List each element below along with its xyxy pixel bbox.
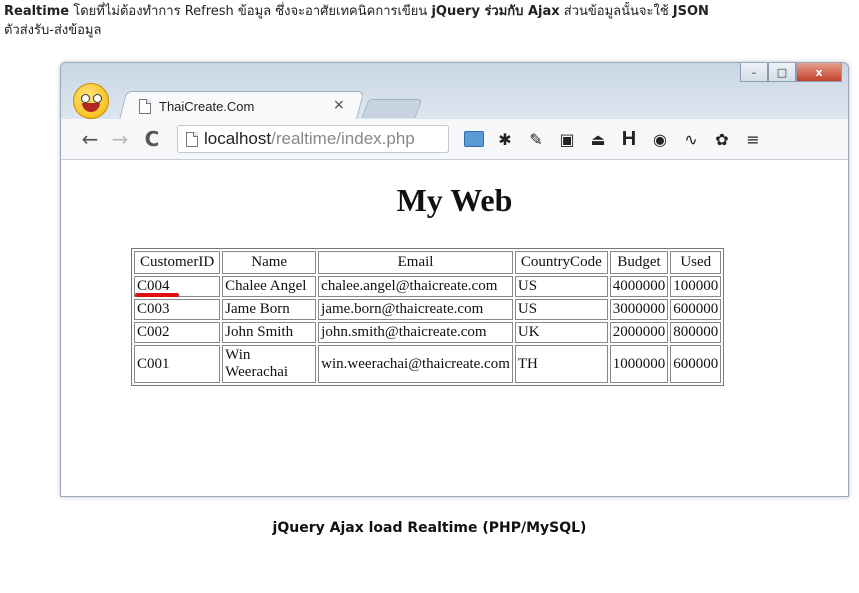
table-cell: jame.born@thaicreate.com	[318, 299, 513, 320]
url-path: /realtime/index.php	[271, 129, 415, 148]
back-arrow-icon[interactable]: ←	[77, 127, 103, 151]
table-cell: 600000	[670, 345, 722, 383]
figure-caption: jQuery Ajax load Realtime (PHP/MySQL)	[272, 520, 587, 536]
table-cell: 100000	[670, 276, 722, 297]
table-cell: chalee.angel@thaicreate.com	[318, 276, 513, 297]
table-cell: Jame Born	[222, 299, 317, 320]
tab-title: ThaiCreate.Com	[159, 98, 255, 114]
intro-part-b: โดยที่ไม่ต้องทำการ Refresh ข้อมูล ซึ่งจะ…	[69, 4, 432, 19]
table-row: C001 Win Weerachai win.weerachai@thaicre…	[134, 345, 722, 383]
page-icon	[139, 98, 151, 114]
intro-part-d: ส่วนข้อมูลนั้นจะใช้	[559, 4, 673, 19]
customer-table: CustomerID Name Email CountryCode Budget…	[131, 248, 725, 386]
red-underline-annotation	[135, 293, 179, 297]
column-header: CustomerID	[134, 251, 221, 274]
table-cell: 1000000	[609, 345, 669, 383]
table-cell: C001	[134, 345, 221, 383]
page-viewport: My Web CustomerID Name Email CountryCode…	[61, 160, 848, 496]
table-cell: TH	[514, 345, 608, 383]
browser-window: ThaiCreate.Com × – □ x ← → C localhost/r…	[60, 62, 849, 497]
intro-realtime: Realtime	[4, 4, 70, 19]
new-tab-button[interactable]	[361, 99, 423, 118]
extension-circle-icon[interactable]: ◉	[649, 128, 671, 150]
extension-bug-icon[interactable]: ✱	[494, 128, 516, 150]
table-row: C002 John Smith john.smith@thaicreate.co…	[134, 322, 722, 343]
table-row: C003 Jame Born jame.born@thaicreate.com …	[134, 299, 722, 320]
intro-json: JSON	[672, 4, 709, 19]
table-cell: UK	[514, 322, 608, 343]
column-header: Used	[670, 251, 722, 274]
table-cell: John Smith	[222, 322, 317, 343]
tab-close-icon[interactable]: ×	[333, 97, 345, 113]
intro-jquery-ajax: jQuery ร่วมกับ Ajax	[431, 4, 560, 19]
table-cell: win.weerachai@thaicreate.com	[318, 345, 513, 383]
table-cell: Chalee Angel	[222, 276, 317, 297]
avatar-mouth-icon	[82, 103, 100, 112]
window-controls: – □ x	[740, 63, 842, 82]
forward-arrow-icon[interactable]: →	[107, 127, 133, 151]
table-cell: US	[514, 276, 608, 297]
intro-text: Realtime โดยที่ไม่ต้องทำการ Refresh ข้อม…	[4, 2, 859, 40]
table-cell: C003	[134, 299, 221, 320]
address-bar[interactable]: localhost/realtime/index.php	[177, 125, 449, 153]
table-cell: Win Weerachai	[222, 345, 317, 383]
avatar-eye-icon	[81, 94, 90, 103]
column-header: Name	[222, 251, 317, 274]
table-cell: 2000000	[609, 322, 669, 343]
reload-icon[interactable]: C	[139, 127, 165, 151]
browser-tab-content[interactable]: ThaiCreate.Com	[139, 93, 359, 119]
browser-toolbar: ← → C localhost/realtime/index.php ✱ ✎ ▣…	[61, 119, 848, 160]
minimize-button[interactable]: –	[740, 63, 768, 82]
hamburger-menu-icon[interactable]: ≡	[742, 128, 764, 150]
extension-pulse-icon[interactable]: ∿	[680, 128, 702, 150]
table-cell: 600000	[670, 299, 722, 320]
extension-notes-icon[interactable]: ✎	[525, 128, 547, 150]
intro-line2: ตัวส่งรับ-ส่งข้อมูล	[4, 23, 102, 38]
page-icon	[186, 131, 198, 147]
extension-screen-icon[interactable]: ▣	[556, 128, 578, 150]
close-window-button[interactable]: x	[796, 63, 842, 82]
extension-h-icon[interactable]: H	[618, 128, 640, 150]
browser-titlebar: ThaiCreate.Com × – □ x	[61, 63, 848, 120]
table-cell: john.smith@thaicreate.com	[318, 322, 513, 343]
extension-window-icon[interactable]	[463, 128, 485, 150]
table-cell: 3000000	[609, 299, 669, 320]
profile-avatar[interactable]	[73, 83, 109, 119]
page-title: My Web	[396, 182, 513, 218]
table-header-row: CustomerID Name Email CountryCode Budget…	[134, 251, 722, 274]
column-header: Budget	[609, 251, 669, 274]
maximize-button[interactable]: □	[768, 63, 796, 82]
table-cell: 800000	[670, 322, 722, 343]
table-cell: 4000000	[609, 276, 669, 297]
table-cell: US	[514, 299, 608, 320]
avatar-eye-icon	[93, 94, 102, 103]
gear-icon[interactable]: ✿	[711, 128, 733, 150]
url-host: localhost	[204, 129, 272, 148]
table-cell: C002	[134, 322, 221, 343]
column-header: CountryCode	[514, 251, 608, 274]
column-header: Email	[318, 251, 513, 274]
extension-eject-icon[interactable]: ⏏	[587, 128, 609, 150]
table-row: C004 Chalee Angel chalee.angel@thaicreat…	[134, 276, 722, 297]
